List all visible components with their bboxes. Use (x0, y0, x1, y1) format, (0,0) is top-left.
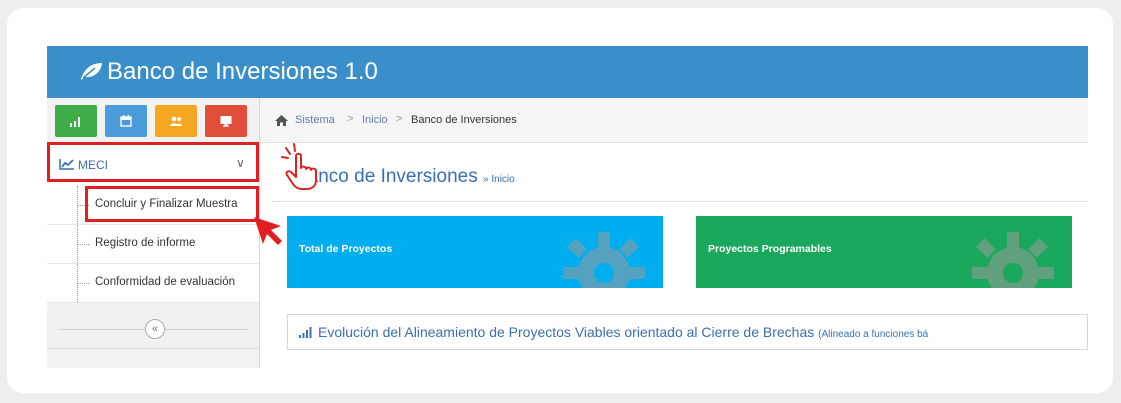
calendar-icon (120, 115, 132, 127)
divider (272, 201, 1088, 202)
tile-proyectos-programables[interactable]: Proyectos Programables (696, 216, 1072, 288)
sidebar: MECI ∨ Concluir y Finalizar Muestra Regi… (47, 98, 260, 368)
users-icon (170, 116, 182, 126)
breadcrumb: Sistema > Inicio > Banco de Inversiones (260, 98, 1088, 143)
app-title: Banco de Inversiones 1.0 (107, 58, 378, 85)
bar-chart-icon (299, 327, 312, 338)
tree-connector (77, 205, 89, 206)
app-window: Banco de Inversiones 1.0 MECI ∨ Concluir… (47, 46, 1088, 368)
home-icon[interactable] (274, 114, 289, 127)
line-chart-icon (59, 159, 74, 170)
stats-shortcut-button[interactable] (55, 105, 97, 137)
evolution-title: Evolución del Alineamiento de Proyectos … (318, 324, 815, 340)
tile-label: Total de Proyectos (299, 243, 393, 255)
tile-label: Proyectos Programables (708, 243, 832, 255)
breadcrumb-item-sistema[interactable]: Sistema (295, 114, 335, 126)
tree-connector (77, 283, 89, 284)
sidebar-subitem-label: Registro de informe (95, 237, 196, 249)
calendar-shortcut-button[interactable] (105, 105, 147, 137)
monitor-icon (220, 116, 232, 127)
evolution-suffix: (Alineado a funciones bá (818, 329, 929, 340)
collapse-sidebar-button[interactable]: « (145, 319, 165, 339)
screenshot-card: Banco de Inversiones 1.0 MECI ∨ Concluir… (7, 8, 1113, 393)
tree-connector (77, 244, 89, 245)
bar-chart-icon (70, 117, 80, 127)
chevron-down-icon: ∨ (236, 156, 245, 170)
breadcrumb-item-current: Banco de Inversiones (411, 114, 517, 126)
breadcrumb-item-inicio[interactable]: Inicio (362, 114, 388, 126)
monitor-shortcut-button[interactable] (205, 105, 247, 137)
breadcrumb-separator: > (347, 113, 354, 125)
users-shortcut-button[interactable] (155, 105, 197, 137)
sidebar-subitem-label: Concluir y Finalizar Muestra (95, 198, 238, 210)
evolution-panel-title: Evolución del Alineamiento de Proyectos … (318, 324, 928, 340)
sidebar-item-label: MECI (78, 158, 108, 172)
evolution-panel-header: Evolución del Alineamiento de Proyectos … (287, 314, 1088, 350)
sidebar-item-meci[interactable]: MECI ∨ (47, 143, 259, 187)
page-title-text: Banco de Inversiones (295, 166, 478, 187)
gear-icon (972, 232, 1054, 288)
app-header: Banco de Inversiones 1.0 (47, 46, 1088, 98)
pointer-arrow-icon (254, 217, 282, 245)
sidebar-subitem-label: Conformidad de evaluación (95, 276, 236, 288)
sidebar-subitem-registro[interactable]: Registro de informe (47, 225, 259, 264)
gear-icon (563, 232, 645, 288)
sidebar-subitem-concluir[interactable]: Concluir y Finalizar Muestra (47, 186, 259, 225)
sidebar-collapse-row: « (47, 310, 259, 349)
page-title: Banco de Inversiones » Inicio (295, 166, 515, 188)
tile-total-proyectos[interactable]: Total de Proyectos (287, 216, 663, 288)
page-title-suffix: » Inicio (483, 174, 515, 185)
leaf-icon (81, 63, 102, 80)
sidebar-subitem-conformidad[interactable]: Conformidad de evaluación (47, 264, 259, 303)
pointing-hand-icon (281, 143, 317, 190)
breadcrumb-separator: > (396, 113, 403, 125)
